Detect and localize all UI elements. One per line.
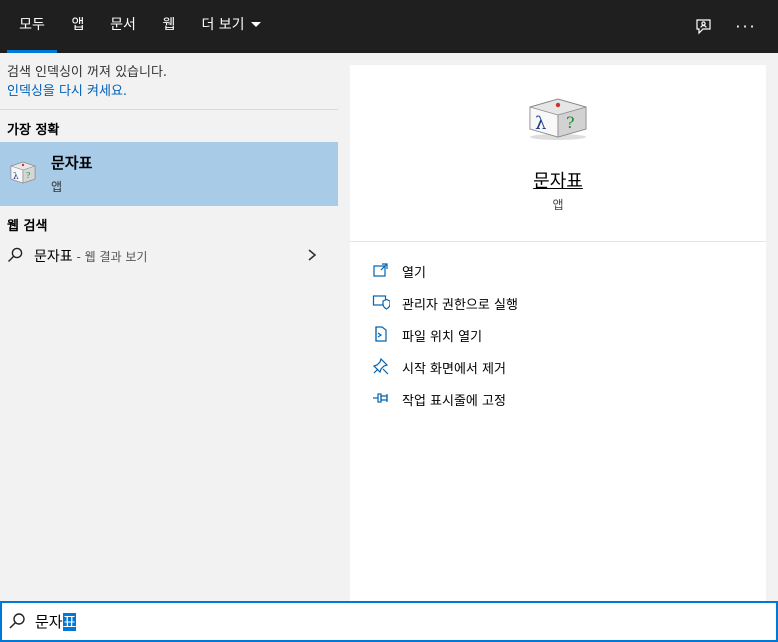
unpin-icon [372, 357, 389, 375]
more-options-button[interactable]: ··· [726, 0, 766, 53]
top-bar: 모두 앱 문서 웹 더 보기 ··· [0, 0, 778, 53]
svg-text:λ: λ [535, 113, 546, 134]
caret-down-icon [250, 21, 261, 27]
svg-text:?: ? [26, 171, 30, 180]
tab-more[interactable]: 더 보기 [196, 0, 266, 53]
tab-apps[interactable]: 앱 [64, 0, 92, 53]
search-icon [9, 613, 25, 629]
action-open-file-location[interactable]: 파일 위치 열기 [372, 323, 732, 347]
results-pane: 검색 인덱싱이 꺼져 있습니다. 인덱싱을 다시 켜세요. 가장 정확 λ ? … [0, 53, 338, 601]
character-map-large-icon: λ ? [529, 98, 587, 140]
tab-all[interactable]: 모두 [7, 0, 57, 53]
indexing-notice: 검색 인덱싱이 꺼져 있습니다. 인덱싱을 다시 켜세요. [7, 65, 168, 101]
shield-icon [372, 295, 390, 310]
action-open[interactable]: 열기 [372, 259, 732, 283]
selected-text: 표 [62, 613, 77, 631]
tab-web[interactable]: 웹 [155, 0, 183, 53]
svg-text:?: ? [566, 113, 575, 132]
web-search-result[interactable]: 문자표 - 웹 결과 보기 [0, 238, 338, 274]
best-match-name: 문자표 [51, 154, 93, 172]
pin-icon [373, 393, 388, 403]
feedback-icon [696, 18, 711, 34]
best-match-item[interactable]: λ ? 문자표 앱 [0, 142, 338, 206]
chevron-right-icon [308, 249, 317, 261]
web-search-heading: 웹 검색 [7, 219, 48, 234]
feedback-button[interactable] [684, 0, 724, 53]
search-box[interactable]: 문자표 [0, 601, 778, 642]
web-query: 문자표 [34, 249, 73, 265]
file-location-icon [375, 326, 387, 342]
search-input[interactable]: 문자표 [35, 611, 77, 632]
best-match-kind: 앱 [51, 180, 63, 194]
detail-app-kind: 앱 [552, 198, 564, 212]
open-icon [373, 263, 388, 277]
action-unpin-from-start[interactable]: 시작 화면에서 제거 [372, 355, 732, 379]
action-pin-to-taskbar[interactable]: 작업 표시줄에 고정 [372, 387, 732, 411]
svg-text:λ: λ [13, 172, 19, 182]
reenable-indexing-link[interactable]: 인덱싱을 다시 켜세요. [7, 82, 167, 101]
best-match-heading: 가장 정확 [7, 123, 60, 138]
tab-documents[interactable]: 문서 [105, 0, 141, 53]
search-icon [8, 247, 23, 262]
ellipsis-icon: ··· [735, 17, 757, 36]
action-run-as-admin[interactable]: 관리자 권한으로 실행 [372, 291, 732, 315]
detail-app-name[interactable]: 문자표 [350, 167, 766, 193]
character-map-icon: λ ? [10, 161, 36, 184]
divider [350, 241, 766, 242]
detail-pane: λ ? 문자표 앱 열기 관리자 권한으로 실행 파일 위치 열기 시작 화면에… [350, 65, 766, 601]
divider [0, 109, 338, 110]
web-result-hint: - 웹 결과 보기 [72, 250, 148, 264]
